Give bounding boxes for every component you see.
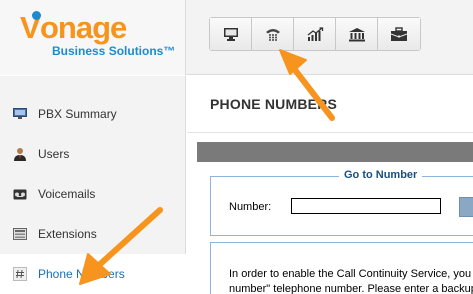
phone-keypad-icon <box>265 28 280 41</box>
sidebar-item-label: Users <box>38 147 70 161</box>
call-continuity-info-panel: In order to enable the Call Continuity S… <box>210 242 473 294</box>
sidebar-item-label: Phone Numbers <box>38 267 125 281</box>
sidebar-item-extensions[interactable]: Extensions <box>0 214 186 254</box>
monitor-icon <box>223 27 238 41</box>
monitor-small-icon <box>12 107 28 121</box>
toolbar-monitor-button[interactable] <box>210 18 252 50</box>
bank-icon <box>348 27 365 41</box>
divider <box>187 132 473 133</box>
goto-number-panel: Go to Number Number: <box>210 169 473 236</box>
goto-number-legend: Go to Number <box>339 169 423 181</box>
user-icon <box>12 147 28 161</box>
sidebar-item-label: PBX Summary <box>38 107 117 121</box>
chart-icon <box>307 26 323 41</box>
hash-icon <box>12 267 28 281</box>
vonage-logo[interactable]: V onage Business Solutions™ <box>0 0 186 75</box>
toolbar-phone-button[interactable] <box>252 18 294 50</box>
voicemail-icon <box>12 187 28 201</box>
go-button[interactable] <box>459 197 473 217</box>
sidebar-item-voicemails[interactable]: Voicemails <box>0 174 186 214</box>
sidebar-item-users[interactable]: Users <box>0 134 186 174</box>
sidebar-item-label: Voicemails <box>38 187 96 201</box>
number-input[interactable] <box>291 198 441 214</box>
logo-wordmark: onage <box>40 10 127 45</box>
info-text: In order to enable the Call Continuity S… <box>229 267 473 294</box>
logo-subtitle: Business Solutions™ <box>52 44 176 58</box>
briefcase-icon <box>390 26 408 41</box>
sidebar-nav: PBX Summary Users Voicemails Extensions … <box>0 76 186 294</box>
section-header-bar <box>197 142 473 162</box>
sidebar-item-phone-numbers[interactable]: Phone Numbers <box>0 254 186 294</box>
sidebar-item-label: Extensions <box>38 227 97 241</box>
main-content: PHONE NUMBERS Go to Number Number: In or… <box>187 76 473 294</box>
sidebar-item-pbx-summary[interactable]: PBX Summary <box>0 94 186 134</box>
app-header: V onage Business Solutions™ <box>0 0 473 75</box>
page-title: PHONE NUMBERS <box>210 96 338 112</box>
extensions-icon <box>12 227 28 241</box>
info-line: number" telephone number. Please enter a… <box>229 283 473 294</box>
number-label: Number: <box>229 201 272 213</box>
toolbar-bank-button[interactable] <box>336 18 378 50</box>
info-line: In order to enable the Call Continuity S… <box>229 268 472 280</box>
top-toolbar <box>209 17 421 51</box>
toolbar-chart-button[interactable] <box>294 18 336 50</box>
toolbar-briefcase-button[interactable] <box>378 18 420 50</box>
